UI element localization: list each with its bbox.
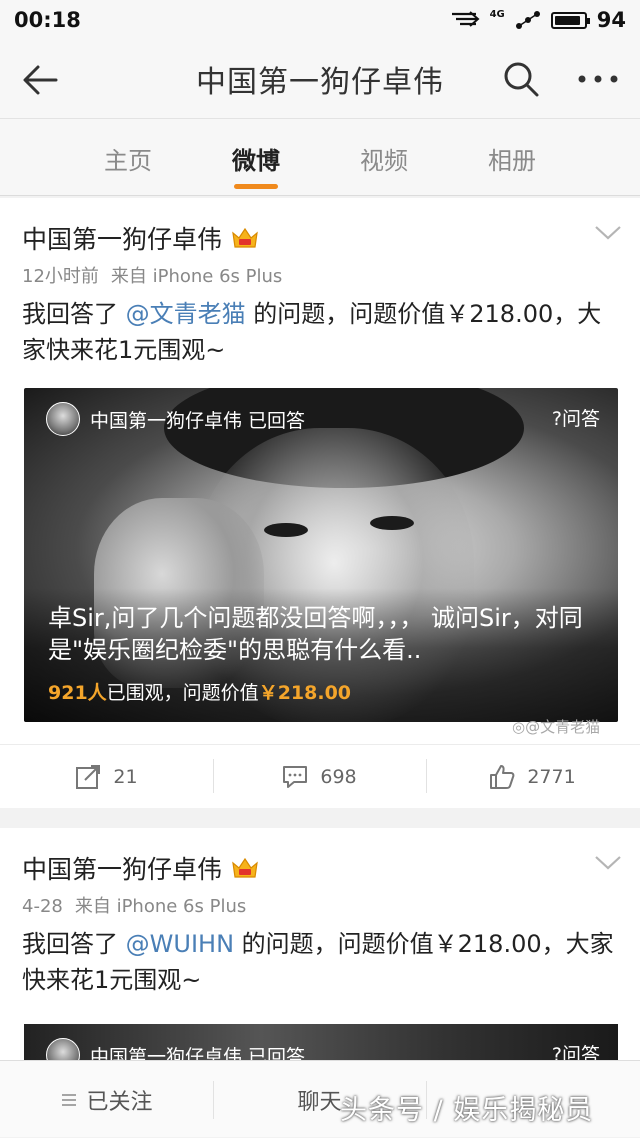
qa-card-header: 中国第一狗仔卓伟 已回答 (46, 402, 305, 436)
avatar (46, 402, 80, 436)
post-text-prefix: 我回答了 (22, 930, 126, 958)
repost-icon (76, 765, 101, 789)
photo-eye-left (264, 523, 308, 537)
post-meta: 12小时前 来自 iPhone 6s Plus (22, 262, 282, 288)
post-time: 4-28 (22, 896, 63, 917)
post-source: 来自 iPhone 6s Plus (74, 896, 247, 917)
search-icon[interactable] (500, 58, 542, 100)
author-name[interactable]: 中国第一狗仔卓伟 (22, 220, 222, 256)
chevron-down-icon[interactable] (594, 224, 622, 242)
repost-button[interactable]: 21 (0, 745, 213, 809)
post-source: 来自 iPhone 6s Plus (110, 266, 283, 287)
tab-album[interactable]: 相册 (462, 141, 562, 176)
qa-stats: 921人已围观，问题价值￥218.00 (48, 678, 351, 705)
post-card[interactable]: 中国第一狗仔卓伟 12小时前 来自 iPhone 6s Plus 我回答了 @文青… (0, 198, 640, 808)
cellular-icon (515, 11, 540, 29)
chat-label: 聊天 (297, 1089, 342, 1115)
profile-tabs: 主页 微博 视频 相册 (0, 118, 640, 196)
chevron-down-icon[interactable] (594, 854, 622, 872)
mention-link[interactable]: @文青老猫 (126, 300, 246, 328)
mention-link[interactable]: @WUIHN (126, 930, 234, 958)
viewer-suffix: 已围观，问题价值 (106, 682, 259, 704)
photo-eye-right (370, 516, 414, 530)
qa-badge: ?问答 (551, 408, 600, 430)
follow-label: 已关注 (86, 1089, 153, 1115)
comment-icon (283, 766, 308, 788)
post-text-prefix: 我回答了 (22, 300, 126, 328)
qa-card-title: 中国第一狗仔卓伟 已回答 (90, 409, 306, 432)
author-name[interactable]: 中国第一狗仔卓伟 (22, 850, 222, 886)
watermark-text: @文青老猫 (525, 718, 601, 736)
tab-home[interactable]: 主页 (78, 141, 178, 176)
like-button[interactable]: 2771 (426, 745, 639, 809)
repost-count: 21 (113, 766, 138, 788)
menu-lines-icon (62, 1093, 77, 1106)
post-time: 12小时前 (22, 266, 99, 287)
battery-level: 94 (596, 8, 626, 32)
post-actions: 21 698 2771 (0, 744, 640, 808)
battery-icon (550, 11, 590, 29)
qa-question: 卓Sir,问了几个问题都没回答啊，，， 诚问Sir，对同是"娱乐圈纪检委"的思聪… (48, 604, 583, 664)
tab-video[interactable]: 视频 (334, 141, 434, 176)
status-time: 00:18 (14, 8, 81, 32)
toutiao-watermark: 头条号 / 娱乐揭秘员 (340, 1095, 594, 1126)
comment-button[interactable]: 698 (213, 745, 426, 809)
network-label: 4G (489, 8, 505, 20)
vip-crown-icon (232, 227, 258, 248)
post-meta: 4-28 来自 iPhone 6s Plus (22, 892, 246, 918)
qa-share-card[interactable]: 中国第一狗仔卓伟 已回答 ?问答 卓Sir,问了几个问题都没回答啊，，， 诚问S… (24, 388, 618, 722)
vip-crown-icon (232, 857, 258, 878)
thumbs-up-icon (490, 765, 515, 789)
more-icon[interactable] (576, 66, 620, 92)
tab-weibo[interactable]: 微博 (206, 141, 306, 176)
weibo-logo-icon: ◎ (512, 718, 526, 736)
post-author[interactable]: 中国第一狗仔卓伟 (22, 850, 260, 886)
like-count: 2771 (527, 766, 576, 788)
image-watermark: ◎@文青老猫 (512, 716, 600, 737)
comment-count: 698 (320, 766, 357, 788)
status-bar: 00:18 4G 94 (0, 0, 640, 40)
top-nav: 中国第一狗仔卓伟 (0, 40, 640, 118)
page-title: 中国第一狗仔卓伟 (196, 65, 444, 100)
active-tab-indicator (234, 184, 278, 189)
post-text: 我回答了 @WUIHN 的问题，问题价值￥218.00，大家快来花1元围观~ (22, 926, 622, 998)
viewer-count: 921人 (48, 682, 107, 704)
status-icons: 4G 94 (450, 8, 626, 32)
post-author[interactable]: 中国第一狗仔卓伟 (22, 220, 260, 256)
follow-button[interactable]: 已关注 (0, 1061, 213, 1138)
post-text: 我回答了 @文青老猫 的问题，问题价值￥218.00，大家快来花1元围观~ (22, 296, 622, 368)
signal-icon (451, 11, 480, 27)
back-arrow-icon[interactable] (20, 58, 64, 102)
question-price: ￥218.00 (258, 682, 352, 704)
post-card[interactable]: 中国第一狗仔卓伟 4-28 来自 iPhone 6s Plus 我回答了 @WUI… (0, 828, 640, 1068)
